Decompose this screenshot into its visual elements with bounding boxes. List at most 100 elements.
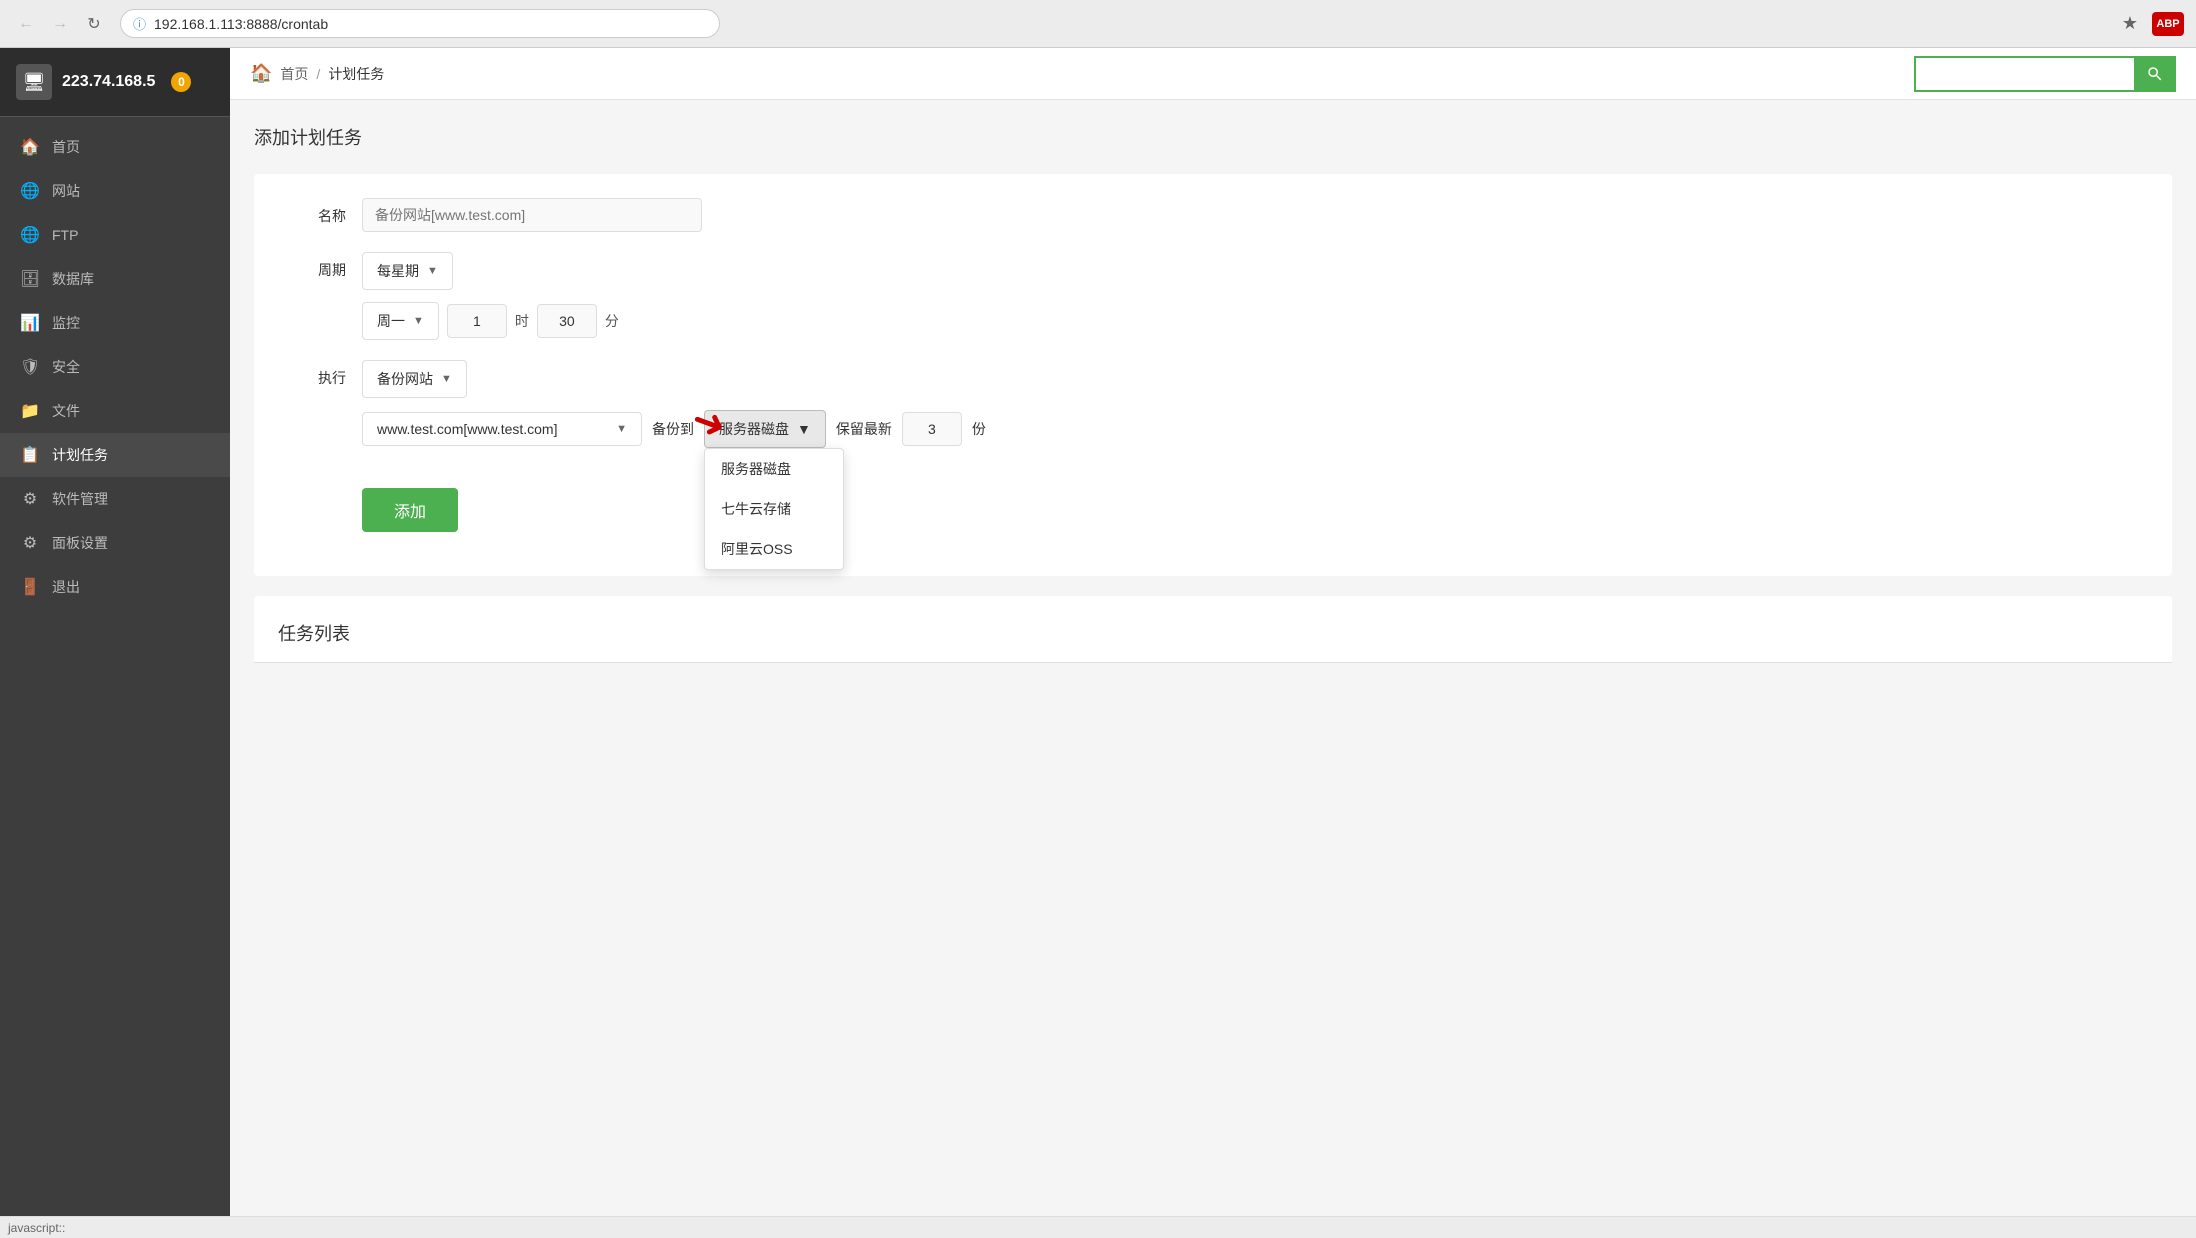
- backup-option-aliyun-oss[interactable]: 阿里云OSS: [705, 529, 843, 569]
- backup-to-container: 服务器磁盘 ▼ 服务器磁盘 七牛云存储 阿里云OSS: [704, 410, 826, 448]
- main-content: 🏠 首页 / 计划任务 添加计划任务 名称: [230, 48, 2196, 1216]
- sidebar-item-website[interactable]: 🌐 网站: [0, 169, 230, 213]
- adblock-button[interactable]: ABP: [2152, 12, 2184, 36]
- monitor-nav-icon: 📊: [20, 313, 40, 333]
- backup-to-dropdown[interactable]: 服务器磁盘 ▼: [704, 410, 826, 448]
- sidebar-nav: 🏠 首页 🌐 网站 🌐 FTP 🗄 数据库 📊 监控 🛡 安全: [0, 117, 230, 1216]
- reload-button[interactable]: ↻: [80, 10, 108, 38]
- breadcrumb: 🏠 首页 / 计划任务: [250, 63, 384, 84]
- backup-to-arrow-icon: ▼: [797, 421, 811, 437]
- software-icon: ⚙: [20, 489, 40, 509]
- back-button[interactable]: ←: [12, 10, 40, 38]
- backup-option-server-disk[interactable]: 服务器磁盘: [705, 449, 843, 489]
- sidebar-label-ftp: FTP: [52, 227, 78, 243]
- logout-icon: 🚪: [20, 577, 40, 597]
- period-main-row: 每星期 ▼: [362, 252, 2140, 290]
- crontab-icon: 📋: [20, 445, 40, 465]
- shield-icon: 🛡: [20, 357, 40, 377]
- sidebar-item-crontab[interactable]: 📋 计划任务: [0, 433, 230, 477]
- period-arrow-icon: ▼: [427, 265, 438, 277]
- add-button[interactable]: 添加: [362, 488, 458, 532]
- breadcrumb-home-icon: 🏠: [250, 63, 272, 84]
- period-label: 周期: [286, 252, 346, 280]
- keep-latest-unit: 份: [972, 419, 986, 439]
- database-icon: 🗄: [20, 269, 40, 289]
- website-arrow-icon: ▼: [616, 423, 627, 435]
- period-dropdown[interactable]: 每星期 ▼: [362, 252, 453, 290]
- notification-badge: 0: [171, 72, 191, 92]
- name-controls: [362, 198, 2140, 232]
- day-arrow-icon: ▼: [413, 315, 424, 327]
- task-list-title: 任务列表: [278, 620, 2148, 646]
- search-icon: [2146, 65, 2164, 83]
- content-area: 添加计划任务 名称 周期 每星期 ▼: [230, 100, 2196, 1216]
- sidebar-item-logout[interactable]: 🚪 退出: [0, 565, 230, 609]
- sidebar-item-software[interactable]: ⚙ 软件管理: [0, 477, 230, 521]
- keep-latest-input[interactable]: [902, 412, 962, 446]
- execute-type-dropdown[interactable]: 备份网站 ▼: [362, 360, 467, 398]
- website-icon: 🌐: [20, 181, 40, 201]
- sidebar-label-home: 首页: [52, 137, 80, 157]
- add-task-title: 添加计划任务: [254, 124, 2172, 150]
- forward-button[interactable]: →: [46, 10, 74, 38]
- add-button-row: 添加: [362, 480, 2140, 532]
- execute-label: 执行: [286, 360, 346, 388]
- sidebar-logo: 🖥: [16, 64, 52, 100]
- sidebar-item-files[interactable]: 📁 文件: [0, 389, 230, 433]
- keep-latest-label: 保留最新: [836, 419, 892, 439]
- folder-icon: 📁: [20, 401, 40, 421]
- sidebar-item-database[interactable]: 🗄 数据库: [0, 257, 230, 301]
- sidebar-label-database: 数据库: [52, 269, 94, 289]
- period-controls: 每星期 ▼ 周一 ▼ 时 分: [362, 252, 2140, 340]
- sidebar-item-panel[interactable]: ⚙ 面板设置: [0, 521, 230, 565]
- sidebar-label-website: 网站: [52, 181, 80, 201]
- sidebar-label-files: 文件: [52, 401, 80, 421]
- sidebar-header: 🖥 223.74.168.5 0: [0, 48, 230, 117]
- backup-to-value: 服务器磁盘: [719, 419, 789, 439]
- sidebar-label-security: 安全: [52, 357, 80, 377]
- top-search: [1914, 56, 2176, 92]
- name-label: 名称: [286, 198, 346, 226]
- status-bar: javascript::: [0, 1216, 2196, 1238]
- sidebar-label-logout: 退出: [52, 577, 80, 597]
- app-layout: 🖥 223.74.168.5 0 🏠 首页 🌐 网站 🌐 FTP 🗄 数据库: [0, 48, 2196, 1216]
- hour-input[interactable]: [447, 304, 507, 338]
- lock-icon: ⓘ: [133, 14, 146, 33]
- execute-row: 执行 备份网站 ▼ www.test.com[www.test.com]: [286, 360, 2140, 532]
- day-dropdown[interactable]: 周一 ▼: [362, 302, 439, 340]
- panel-icon: ⚙: [20, 533, 40, 553]
- minute-input[interactable]: [537, 304, 597, 338]
- breadcrumb-current: 计划任务: [328, 64, 384, 84]
- bookmark-button[interactable]: ★: [2116, 10, 2144, 38]
- sidebar-item-monitor[interactable]: 📊 监控: [0, 301, 230, 345]
- search-button[interactable]: [2134, 56, 2176, 92]
- website-value: www.test.com[www.test.com]: [377, 421, 557, 437]
- minute-unit: 分: [605, 311, 619, 331]
- execute-arrow-icon: ▼: [441, 373, 452, 385]
- name-input[interactable]: [362, 198, 702, 232]
- sidebar-item-security[interactable]: 🛡 安全: [0, 345, 230, 389]
- search-input[interactable]: [1914, 56, 2134, 92]
- sidebar-item-ftp[interactable]: 🌐 FTP: [0, 213, 230, 257]
- backup-option-qiniu[interactable]: 七牛云存储: [705, 489, 843, 529]
- website-select-dropdown[interactable]: www.test.com[www.test.com] ▼: [362, 412, 642, 446]
- breadcrumb-separator: /: [316, 66, 320, 82]
- backup-to-menu: 服务器磁盘 七牛云存储 阿里云OSS: [704, 448, 844, 570]
- period-value: 每星期: [377, 261, 419, 281]
- form-section: 名称 周期 每星期 ▼: [254, 174, 2172, 576]
- top-bar: 🏠 首页 / 计划任务: [230, 48, 2196, 100]
- execute-controls: 备份网站 ▼ www.test.com[www.test.com] ▼: [362, 360, 2140, 532]
- url-display: 192.168.1.113:8888/crontab: [154, 16, 328, 32]
- sidebar-label-monitor: 监控: [52, 313, 80, 333]
- sidebar-label-software: 软件管理: [52, 489, 108, 509]
- address-bar[interactable]: ⓘ 192.168.1.113:8888/crontab: [120, 9, 720, 38]
- sidebar: 🖥 223.74.168.5 0 🏠 首页 🌐 网站 🌐 FTP 🗄 数据库: [0, 48, 230, 1216]
- period-time-row: 周一 ▼ 时 分: [362, 302, 2140, 340]
- period-row: 周期 每星期 ▼ 周一 ▼: [286, 252, 2140, 340]
- name-row: 名称: [286, 198, 2140, 232]
- sidebar-label-panel: 面板设置: [52, 533, 108, 553]
- monitor-icon: 🖥: [23, 72, 46, 93]
- ftp-icon: 🌐: [20, 225, 40, 245]
- sidebar-item-home[interactable]: 🏠 首页: [0, 125, 230, 169]
- hour-unit: 时: [515, 311, 529, 331]
